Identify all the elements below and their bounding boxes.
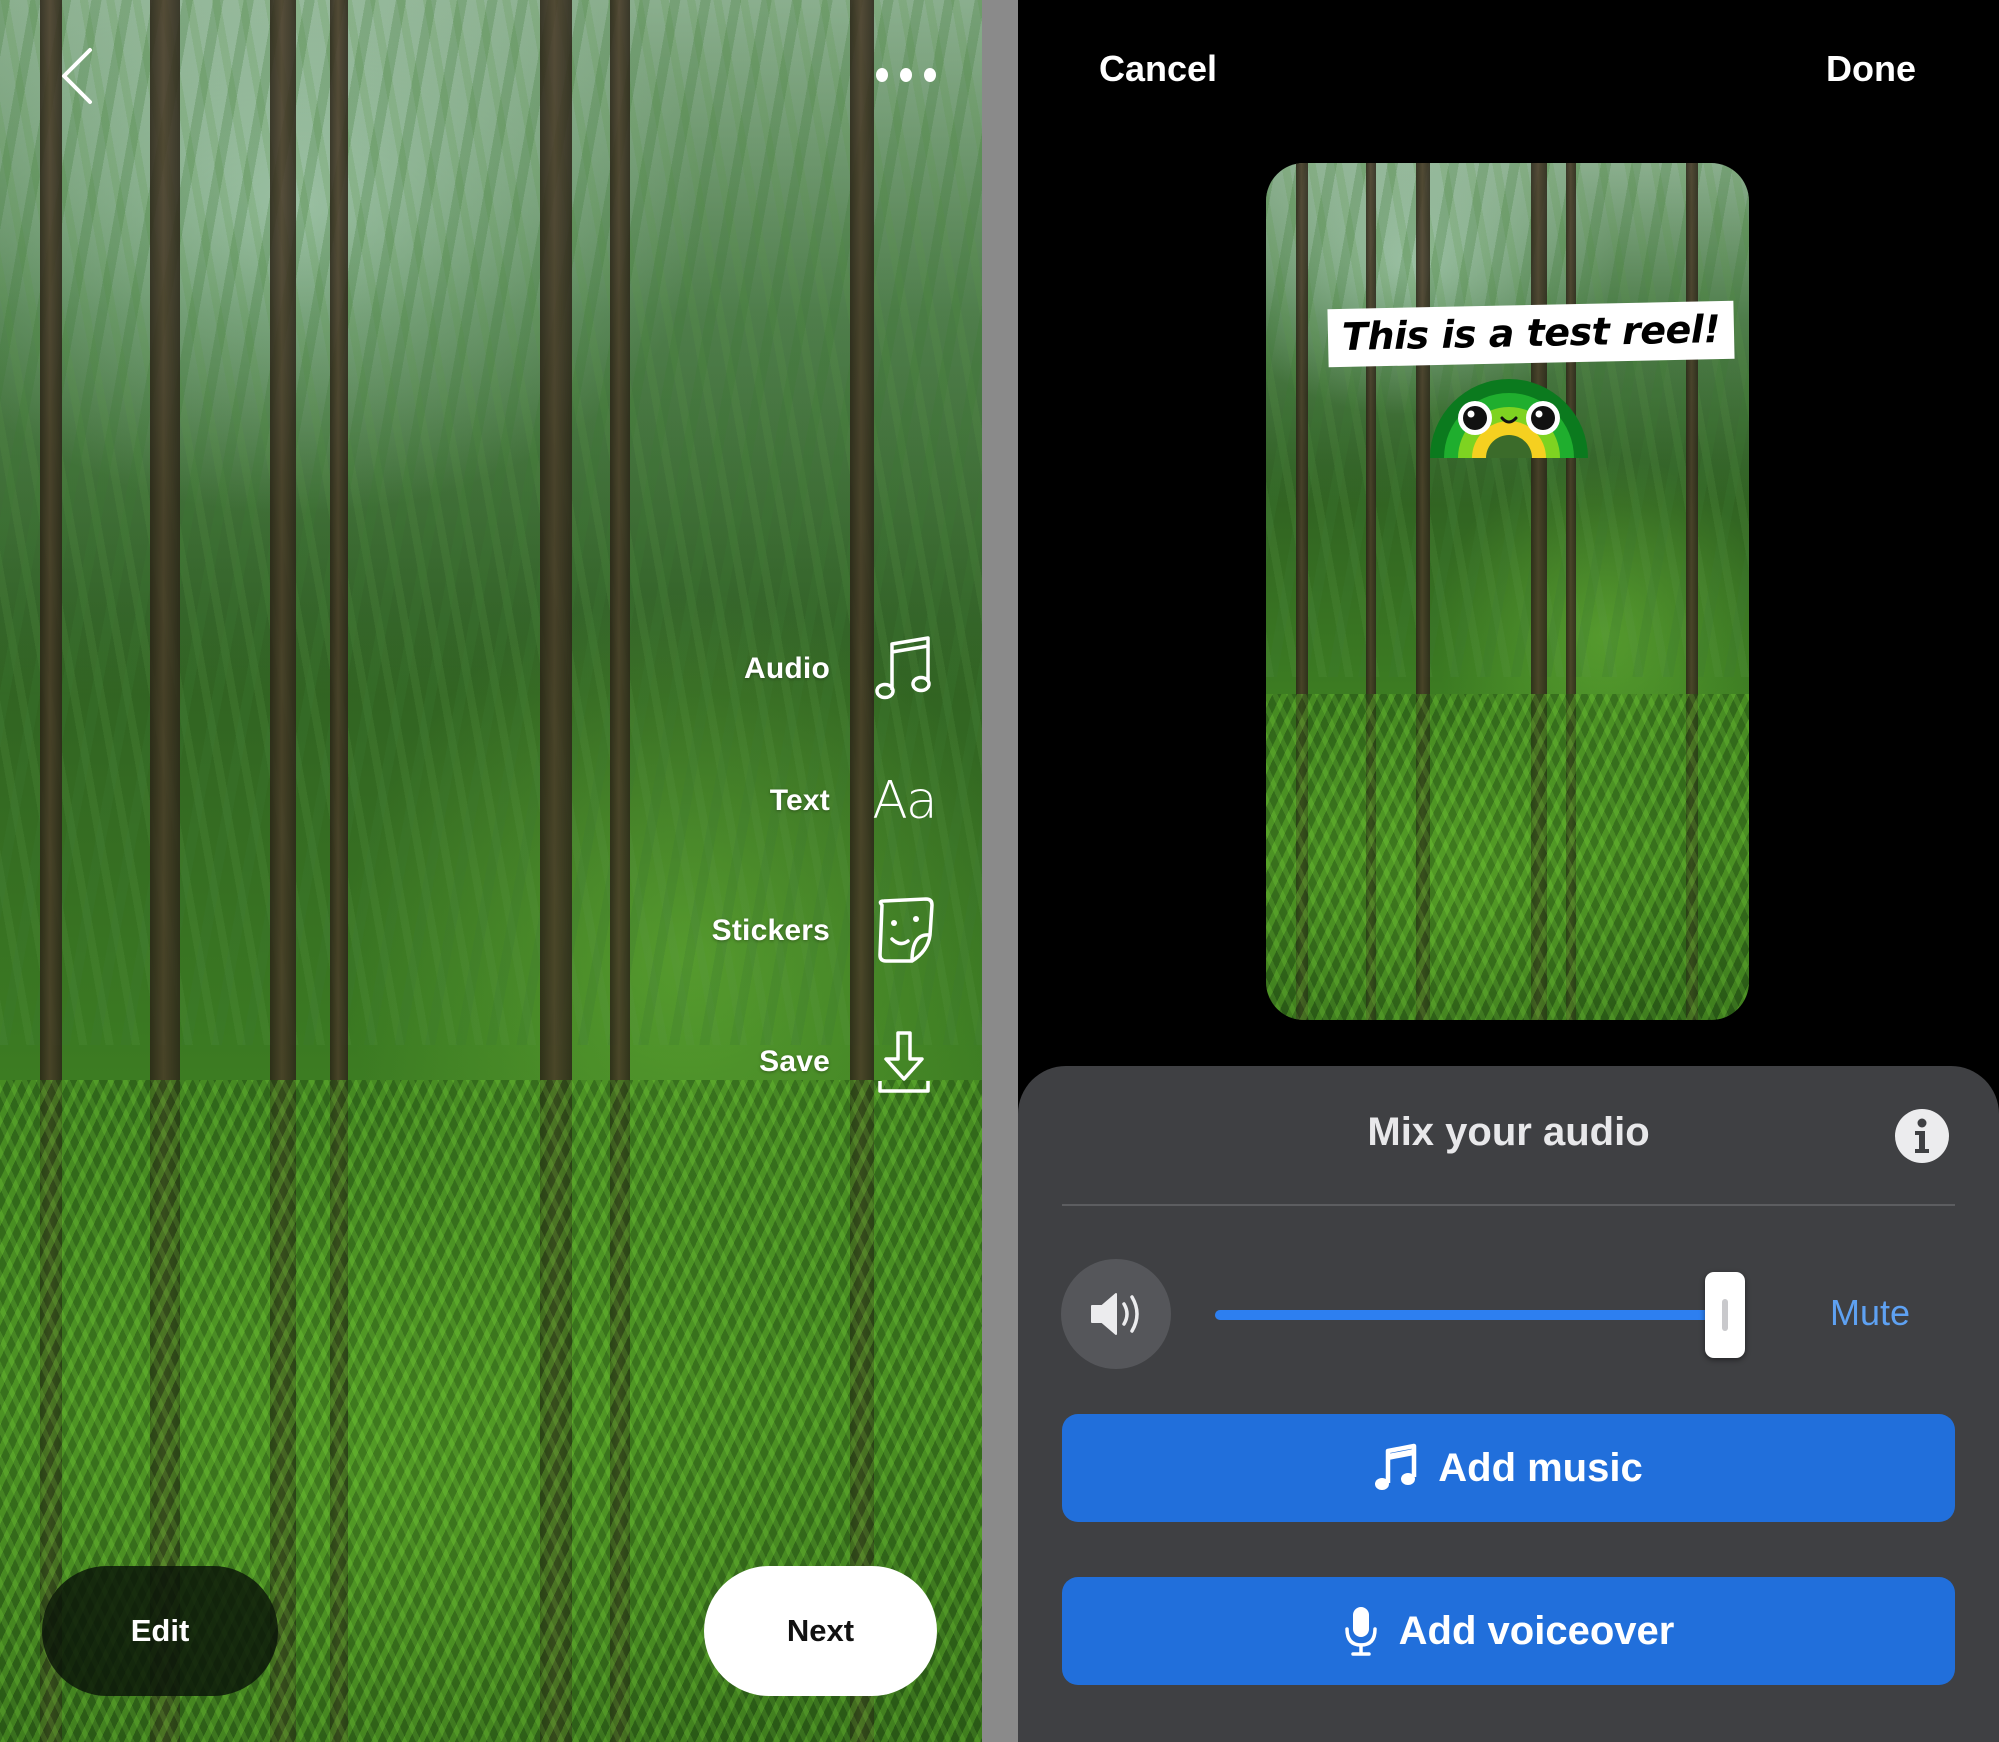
slider-thumb[interactable] xyxy=(1705,1272,1745,1358)
slider-grip xyxy=(1722,1299,1728,1331)
more-options-button[interactable] xyxy=(876,62,936,88)
tool-label: Stickers xyxy=(711,914,830,947)
reel-preview: This is a test reel! xyxy=(1266,163,1749,1020)
volume-speaker-button[interactable] xyxy=(1061,1259,1171,1369)
info-button[interactable] xyxy=(1895,1109,1949,1163)
back-button[interactable] xyxy=(56,46,100,106)
panel-divider xyxy=(982,0,1018,1742)
reel-editor-canvas: Audio Text Aa Stickers Save Edit Next xyxy=(0,0,982,1742)
sticker-icon xyxy=(868,895,940,967)
next-button[interactable]: Next xyxy=(704,1566,937,1696)
reel-caption-text[interactable]: This is a test reel! xyxy=(1327,300,1735,368)
done-button[interactable]: Done xyxy=(1826,48,1916,90)
add-voiceover-label: Add voiceover xyxy=(1398,1608,1675,1653)
tool-label: Text xyxy=(769,784,830,817)
volume-slider[interactable] xyxy=(1215,1272,1745,1358)
download-icon xyxy=(868,1026,940,1098)
mix-audio-screen: Cancel Done This is a test reel! Mix you… xyxy=(1018,0,1999,1742)
slider-fill xyxy=(1215,1310,1725,1320)
mix-audio-sheet: Mix your audio Mute Add music Add voiceo… xyxy=(1018,1066,1999,1742)
add-music-button[interactable]: Add music xyxy=(1062,1414,1955,1522)
mute-button[interactable]: Mute xyxy=(1830,1292,1910,1334)
tool-save[interactable]: Save xyxy=(600,1017,960,1107)
tool-audio[interactable]: Audio xyxy=(600,624,960,714)
add-voiceover-button[interactable]: Add voiceover xyxy=(1062,1577,1955,1685)
more-dot xyxy=(924,68,936,82)
tool-label: Audio xyxy=(744,652,830,685)
fern-undergrowth xyxy=(1266,694,1749,1020)
cancel-button[interactable]: Cancel xyxy=(1099,48,1217,90)
tool-label: Save xyxy=(759,1045,830,1078)
microphone-icon xyxy=(1344,1607,1377,1656)
info-icon xyxy=(1915,1118,1929,1153)
text-aa-icon: Aa xyxy=(868,765,940,837)
rainbow-face-sticker[interactable] xyxy=(1428,376,1590,458)
text-aa-glyph: Aa xyxy=(872,771,937,831)
music-note-icon xyxy=(1375,1443,1417,1490)
edit-button[interactable]: Edit xyxy=(42,1566,278,1696)
more-dot xyxy=(900,68,912,82)
music-note-icon xyxy=(868,633,940,705)
add-music-label: Add music xyxy=(1438,1445,1643,1490)
tool-stickers[interactable]: Stickers xyxy=(600,886,960,976)
speaker-icon xyxy=(1091,1293,1139,1335)
more-horizontal-icon xyxy=(876,68,888,82)
sheet-title: Mix your audio xyxy=(1367,1110,1650,1154)
tool-text[interactable]: Text Aa xyxy=(600,756,960,846)
sheet-divider xyxy=(1062,1204,1955,1206)
chevron-left-icon xyxy=(62,48,92,104)
